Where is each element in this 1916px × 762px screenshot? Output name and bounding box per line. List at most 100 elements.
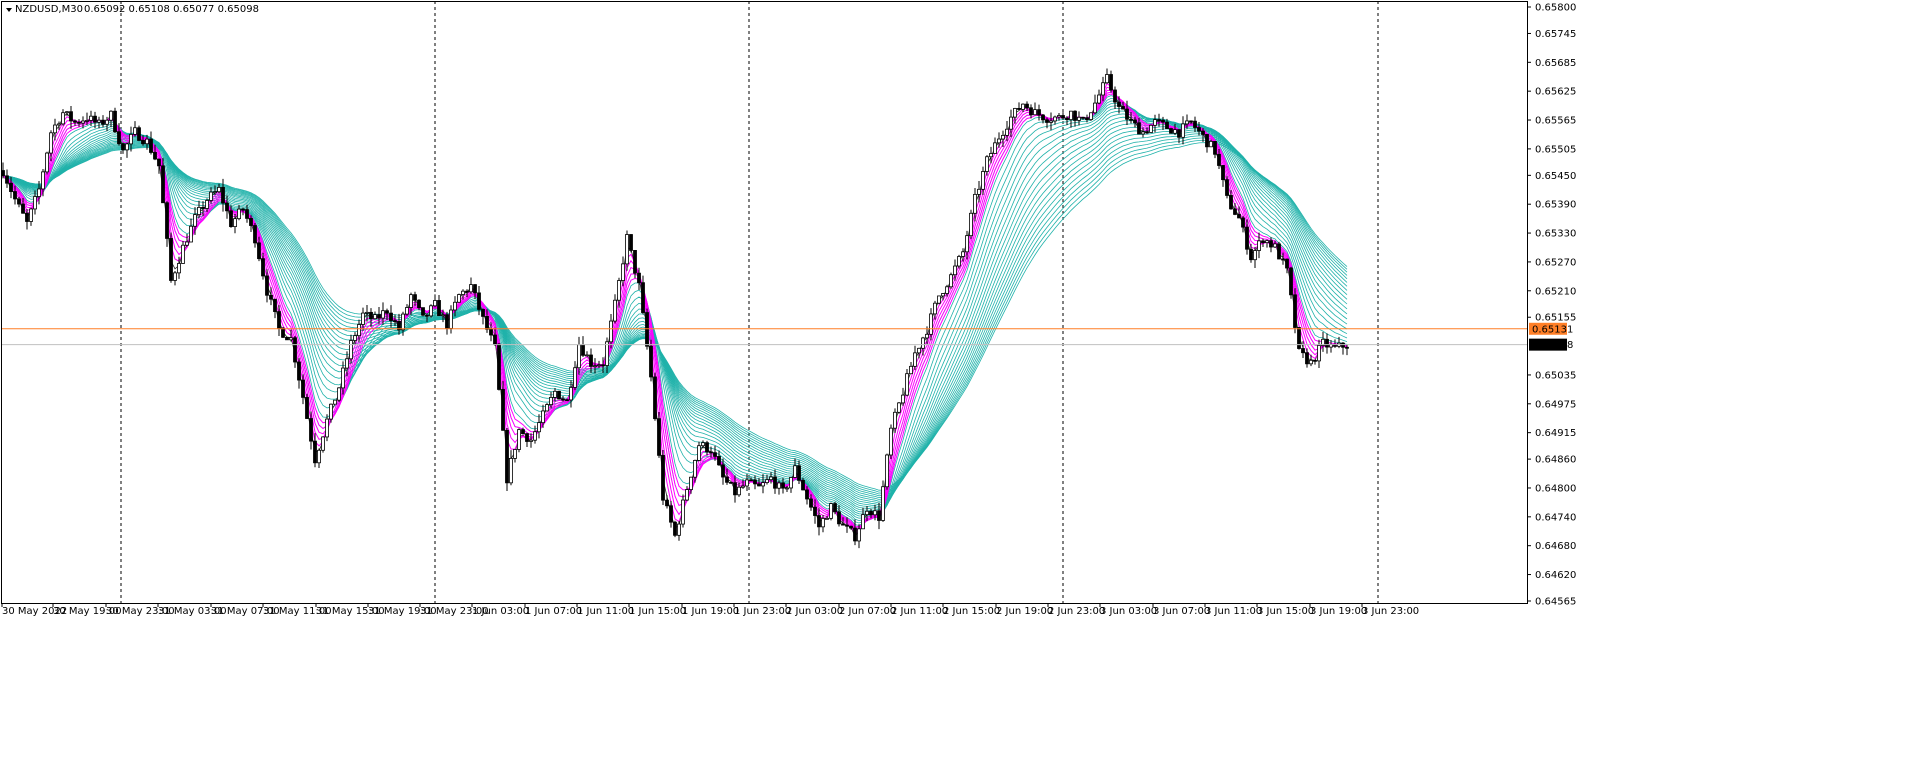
candle-body [949, 274, 953, 288]
candle-body [525, 433, 529, 442]
candle-body [1081, 116, 1085, 119]
candle-body [429, 305, 433, 317]
candle-body [709, 451, 713, 454]
candle-body [609, 320, 613, 343]
candle-body [549, 396, 553, 406]
candle-body [977, 188, 981, 195]
x-tick-label: 3 Jun 19:00 [1310, 606, 1367, 617]
price-chart[interactable]: 0.65131 0.65098 0.65800 0.65745 0.65685 0.65… [0, 0, 1916, 758]
candle-body [357, 324, 361, 337]
candle-body [897, 402, 901, 413]
candle-body [1061, 115, 1065, 119]
candle-body [461, 290, 465, 295]
candle-body [245, 209, 249, 219]
candle-body [1029, 107, 1033, 116]
candle-body [561, 398, 565, 401]
candle-body [633, 250, 637, 274]
candle-body [529, 439, 533, 442]
candle-body [1173, 129, 1177, 134]
candle-body [545, 404, 549, 412]
y-tick-label: 0.64680 [1535, 541, 1576, 552]
candle-body [841, 523, 845, 526]
candle-body [673, 521, 677, 536]
y-tick-label: 0.64620 [1535, 570, 1576, 581]
x-tick-label: 1 Jun 15:00 [629, 606, 686, 617]
candle-body [905, 373, 909, 396]
chart-window[interactable]: 0.65131 0.65098 0.65800 0.65745 0.65685 0.65… [0, 0, 1916, 758]
candle-body [853, 527, 857, 542]
candle-body [597, 364, 601, 367]
candle-body [997, 138, 1001, 144]
candle-body [1153, 119, 1157, 126]
candle-body [33, 196, 37, 210]
candle-body [269, 294, 273, 300]
candle-body [765, 479, 769, 483]
candle-body [341, 367, 345, 389]
x-tick-label: 3 Jun 07:00 [1153, 606, 1210, 617]
candle-body [433, 300, 437, 307]
candle-body [1193, 120, 1197, 128]
candle-body [437, 300, 441, 317]
candle-body [1301, 348, 1305, 354]
y-tick-label: 0.64860 [1535, 455, 1576, 466]
candle-body [21, 203, 25, 214]
candle-body [1121, 106, 1125, 110]
candle-body [41, 171, 45, 190]
candle-body [497, 343, 501, 390]
candle-body [9, 182, 13, 192]
candle-body [145, 138, 149, 145]
candle-body [617, 280, 621, 301]
candle-body [53, 124, 57, 134]
candle-body [273, 298, 277, 312]
candle-body [349, 340, 353, 360]
candle-body [1217, 153, 1221, 166]
candle-body [541, 410, 545, 424]
candle-body [169, 238, 173, 281]
candle-body [1101, 82, 1105, 96]
candle-body [637, 272, 641, 284]
candle-body [669, 505, 673, 523]
candle-body [753, 479, 757, 485]
bid-label: 0.65098 [1532, 340, 1573, 351]
candle-body [229, 210, 233, 228]
candle-body [865, 510, 869, 516]
candle-body [129, 133, 133, 145]
candle-body [369, 311, 373, 320]
candle-body [501, 389, 505, 431]
candle-body [657, 418, 661, 456]
candle-body [653, 376, 657, 420]
candle-body [629, 234, 633, 251]
x-tick-label: 2 Jun 15:00 [943, 606, 1000, 617]
candle-body [953, 265, 957, 276]
candle-body [125, 143, 129, 151]
candle-body [553, 390, 557, 398]
candle-body [449, 309, 453, 329]
candle-body [241, 208, 245, 211]
candle-body [845, 524, 849, 527]
candle-body [85, 120, 89, 122]
candle-body [757, 483, 761, 487]
candle-body [1157, 119, 1161, 121]
candle-body [557, 390, 561, 400]
x-tick-label: 1 Jun 23:00 [734, 606, 791, 617]
candle-body [1085, 117, 1089, 120]
y-tick-label: 0.65565 [1535, 116, 1576, 127]
candle-body [1213, 140, 1217, 155]
candle-body [581, 344, 585, 356]
candle-body [1169, 128, 1173, 134]
candle-body [701, 442, 705, 447]
marked-level-label: 0.65131 [1532, 324, 1573, 335]
candle-body [477, 292, 481, 310]
candle-body [909, 365, 913, 375]
candle-body [409, 294, 413, 308]
candle-body [1265, 240, 1269, 244]
candle-body [821, 518, 825, 528]
candle-body [133, 127, 137, 135]
candle-body [181, 244, 185, 264]
candle-body [405, 307, 409, 315]
candle-body [1289, 267, 1293, 296]
candle-body [981, 171, 985, 190]
candle-body [733, 482, 737, 496]
candle-body [197, 207, 201, 215]
candle-body [717, 456, 721, 466]
